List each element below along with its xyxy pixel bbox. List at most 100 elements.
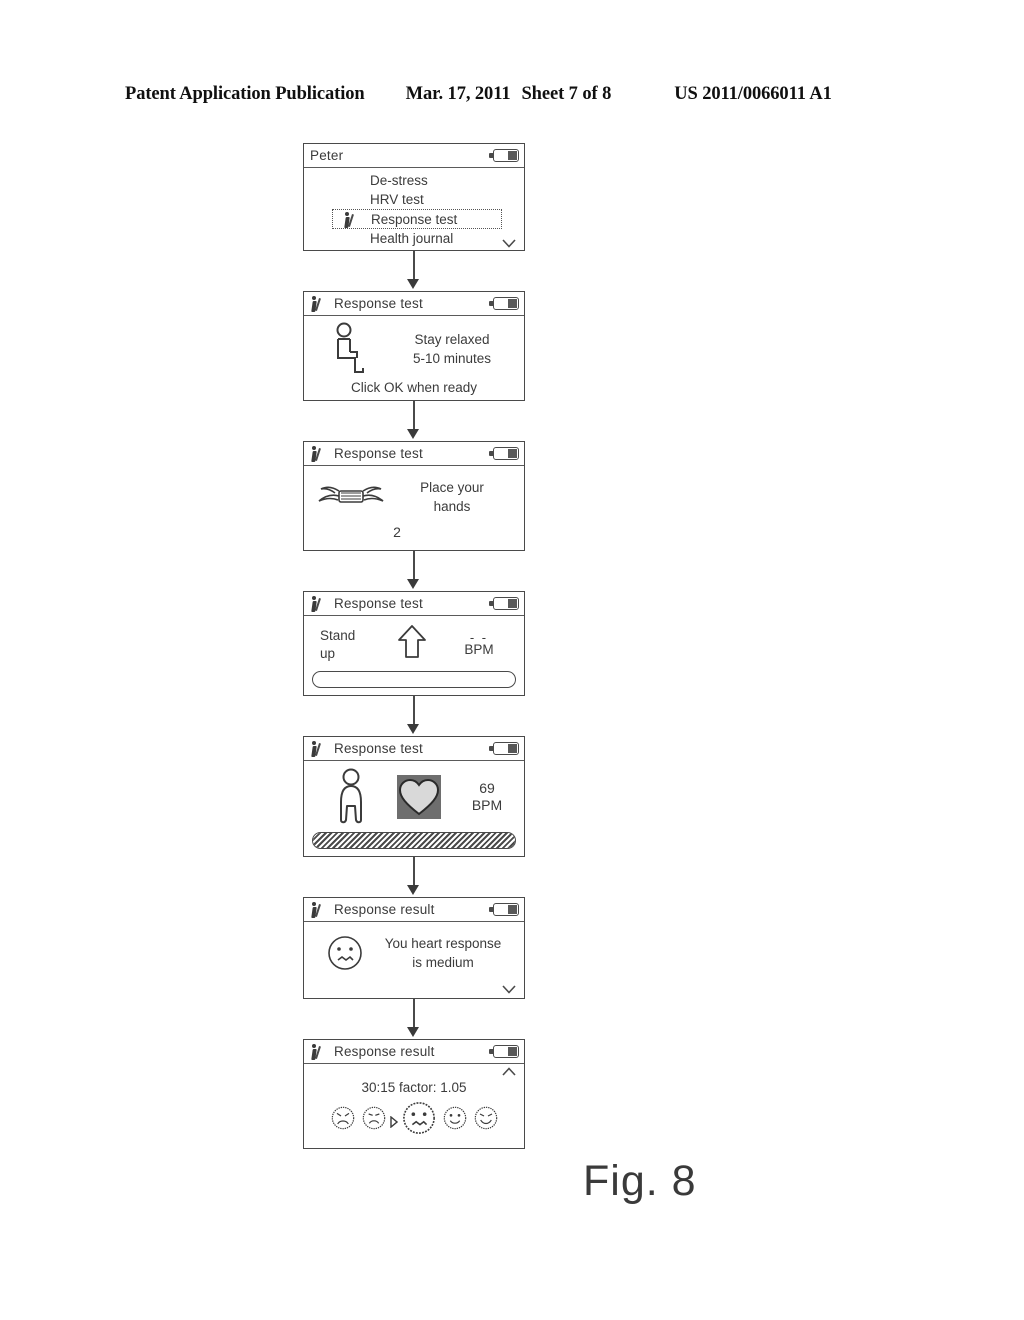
bpm-value: 69 — [479, 780, 495, 796]
very-happy-face-icon[interactable] — [474, 1106, 498, 1135]
menu-item-health-journal[interactable]: Health journal — [304, 229, 524, 248]
figure-label: Fig. 8 — [583, 1157, 697, 1205]
instruction-text: Stay relaxed 5-10 minutes — [388, 330, 516, 368]
neutral-face-icon — [318, 935, 372, 971]
countdown-value: 2 — [393, 524, 401, 540]
connector-arrow — [303, 857, 525, 897]
bpm-readout: 69 BPM — [456, 780, 518, 814]
instruction-line-1: Stay relaxed — [414, 332, 490, 347]
body-result-message: You heart response is medium — [304, 922, 524, 998]
heart-icon — [382, 774, 456, 820]
hands-on-sensor-icon — [314, 476, 388, 518]
connector-arrow — [303, 999, 525, 1039]
response-test-icon — [310, 595, 323, 613]
screen-result-scale: Response result 30:15 factor: 1.05 — [303, 1039, 525, 1149]
screen-title: Response test — [334, 446, 423, 461]
neutral-face-icon[interactable] — [402, 1101, 436, 1140]
body-measuring: 69 BPM — [304, 761, 524, 856]
screen-place-hands: Response test Place your hands 2 — [303, 441, 525, 551]
menu-item-de-stress[interactable]: De-stress — [304, 171, 524, 190]
chevron-up-icon[interactable] — [502, 1067, 516, 1076]
screen-menu: Peter De-stress HRV test Response test H… — [303, 143, 525, 251]
battery-icon — [489, 447, 519, 460]
sad-face-icon[interactable] — [362, 1106, 386, 1135]
battery-icon — [489, 742, 519, 755]
connector-line — [413, 857, 415, 888]
arrow-head-icon — [407, 279, 419, 289]
body-place-hands: Place your hands 2 — [304, 466, 524, 550]
screen-title: Response result — [334, 1044, 435, 1059]
instruction-text: Place your hands — [388, 478, 516, 516]
titlebar-menu: Peter — [304, 144, 524, 168]
battery-icon — [489, 1045, 519, 1058]
titlebar-stand-up: Response test — [304, 592, 524, 616]
bpm-empty-value: - - — [469, 629, 489, 645]
menu-item-label: De-stress — [370, 173, 428, 188]
connector-line — [413, 696, 415, 727]
menu-item-response-test[interactable]: Response test — [332, 209, 502, 229]
body-stand-up: Stand up - - BPM — [304, 616, 524, 695]
instruction-line-2: hands — [433, 499, 471, 514]
response-test-icon — [310, 901, 323, 919]
arrow-up-icon — [397, 624, 427, 665]
page-header: Patent Application Publication Mar. 17, … — [125, 84, 900, 105]
arrow-head-icon — [407, 1027, 419, 1037]
connector-line — [413, 999, 415, 1030]
standing-person-icon — [320, 768, 382, 826]
sheet-number: Sheet 7 of 8 — [521, 84, 612, 104]
screen-title: Response test — [334, 741, 423, 756]
flow-diagram: Peter De-stress HRV test Response test H… — [303, 143, 527, 1149]
response-test-icon — [310, 295, 323, 313]
titlebar-measuring: Response test — [304, 737, 524, 761]
instruction-line-2: up — [320, 645, 336, 661]
battery-icon — [489, 597, 519, 610]
chevron-down-icon[interactable] — [502, 985, 516, 994]
bpm-readout: - - BPM — [452, 629, 506, 657]
body-stay-relaxed: Stay relaxed 5-10 minutes Click OK when … — [304, 316, 524, 400]
result-line-1: You heart response — [384, 936, 502, 951]
selection-pointer-icon — [389, 1115, 398, 1128]
connector-line — [413, 401, 415, 432]
stand-up-instruction: Stand up — [320, 627, 372, 663]
response-test-icon — [343, 211, 356, 229]
titlebar-stay-relaxed: Response test — [304, 292, 524, 316]
connector-arrow — [303, 401, 525, 441]
instruction-line-1: Stand — [320, 627, 356, 643]
publication-date: Mar. 17, 2011 — [405, 84, 511, 104]
arrow-head-icon — [407, 885, 419, 895]
progress-bar-wrap — [304, 671, 524, 695]
result-message: You heart response is medium — [372, 934, 514, 972]
patent-number: US 2011/0066011 A1 — [674, 84, 832, 104]
menu-item-hrv-test[interactable]: HRV test — [304, 190, 524, 209]
screen-title: Response test — [334, 296, 423, 311]
progress-bar — [312, 671, 516, 688]
body-result-scale: 30:15 factor: 1.05 — [304, 1064, 524, 1148]
screen-title: Peter — [310, 148, 344, 163]
battery-icon — [489, 297, 519, 310]
instruction-line-1: Place your — [420, 480, 484, 495]
response-test-icon — [310, 445, 323, 463]
very-sad-face-icon[interactable] — [331, 1106, 355, 1135]
connector-arrow — [303, 251, 525, 291]
connector-line — [413, 551, 415, 582]
titlebar-result-scale: Response result — [304, 1040, 524, 1064]
screen-stand-up: Response test Stand up - - BPM — [303, 591, 525, 696]
connector-arrow — [303, 551, 525, 591]
factor-value: 30:15 factor: 1.05 — [361, 1080, 467, 1095]
screen-title: Response result — [334, 902, 435, 917]
response-test-icon — [310, 740, 323, 758]
happy-face-icon[interactable] — [443, 1106, 467, 1135]
connector-line — [413, 251, 415, 282]
arrow-head-icon — [407, 579, 419, 589]
titlebar-place-hands: Response test — [304, 442, 524, 466]
screen-measuring: Response test 69 BPM — [303, 736, 525, 857]
response-test-icon — [310, 1043, 323, 1061]
chevron-down-icon[interactable] — [502, 239, 516, 248]
screen-stay-relaxed: Response test Stay relaxed 5-10 minutes … — [303, 291, 525, 401]
battery-icon — [489, 149, 519, 162]
footer-instruction: Click OK when ready — [350, 380, 478, 395]
progress-bar — [312, 832, 516, 849]
mood-scale — [304, 1101, 524, 1148]
arrow-head-icon — [407, 724, 419, 734]
sitting-person-icon — [314, 322, 388, 376]
